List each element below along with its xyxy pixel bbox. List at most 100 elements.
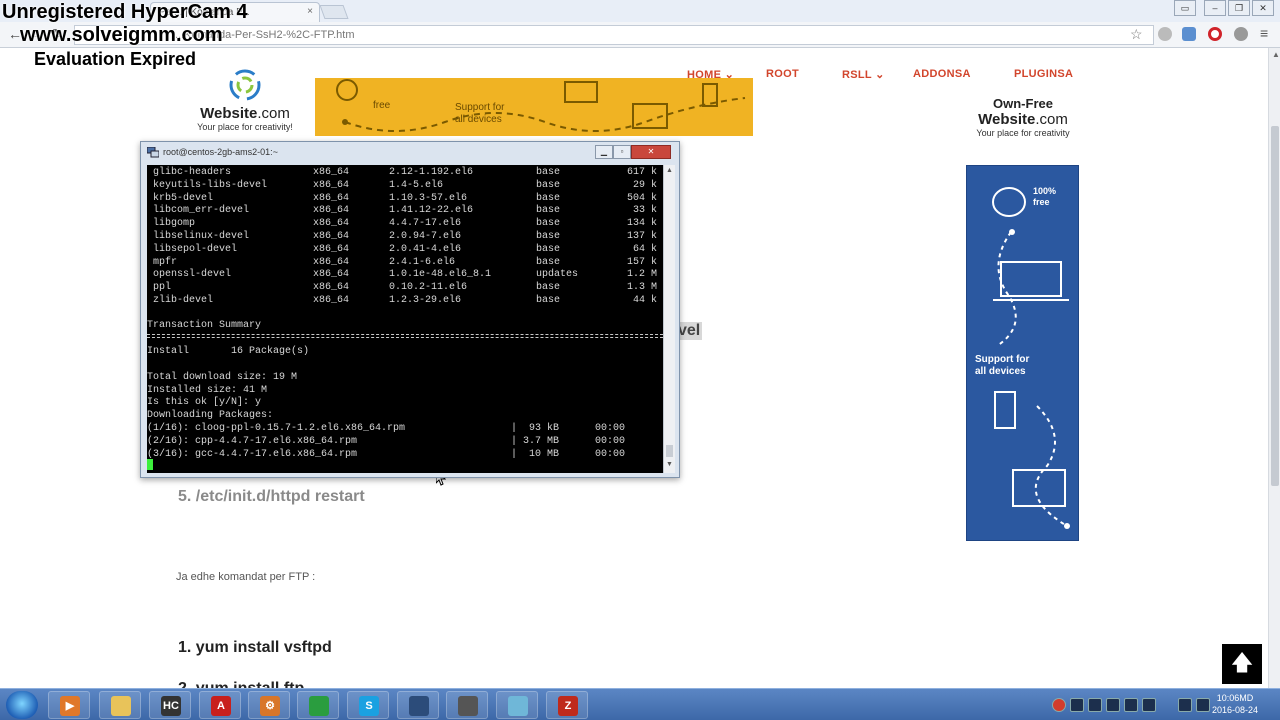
scrollbar-thumb[interactable] [1271, 126, 1279, 486]
restore-button[interactable]: ❐ [1228, 0, 1250, 16]
package-row: libselinux-devel x86_64 2.0.94-7.el6 base 13… [147, 230, 663, 243]
package-arch: x86_64 [313, 269, 350, 281]
taskbar-button[interactable] [297, 691, 339, 719]
new-tab-button[interactable] [319, 5, 349, 19]
banner-free-label: free [373, 100, 391, 111]
site-logo[interactable]: Website.com Your place for creativity! [190, 62, 300, 134]
taskbar-button[interactable]: ▶ [48, 691, 90, 719]
terminal-title-bar[interactable]: root@centos-2gb-ams2-01:~ ▁ ▫ ✕ [147, 145, 675, 163]
package-row: libsepol-devel x86_64 2.0.41-4.el6 base 64 k [147, 243, 663, 256]
package-repo: base [536, 167, 561, 178]
package-repo: base [536, 205, 561, 217]
tray-icon[interactable] [1124, 698, 1138, 712]
terminal-scrollbar[interactable]: ▲ ▼ [663, 165, 675, 473]
package-version: 2.12-1.192.el6 [389, 167, 474, 178]
package-version: 0.10.2-11.el6 [389, 282, 468, 294]
taskbar-button[interactable]: HC [149, 691, 191, 719]
package-arch: x86_64 [313, 295, 350, 306]
terminal-cursor [147, 459, 153, 470]
minimize-button[interactable]: – [1204, 0, 1226, 16]
package-arch: x86_64 [313, 179, 350, 191]
windows-taskbar: ▶ HC A ⚙ S Z 10:06MD 2016-08-24 [0, 688, 1280, 720]
bookmark-star-icon[interactable]: ☆ [1130, 26, 1143, 43]
tray-icon[interactable] [1142, 698, 1156, 712]
putty-terminal-window[interactable]: root@centos-2gb-ams2-01:~ ▁ ▫ ✕ glibc-he… [140, 141, 680, 478]
network-icon[interactable] [1178, 698, 1192, 712]
package-size: 137 k [626, 231, 657, 242]
package-arch: x86_64 [313, 205, 350, 217]
side-banner-ad[interactable]: 100% free Support for all devices [966, 165, 1079, 541]
terminal-line: Downloading Packages: [147, 410, 274, 421]
taskbar-button[interactable]: ⚙ [248, 691, 290, 719]
package-version: 1.0.1e-48.el6_8.1 [389, 269, 492, 281]
taskbar-button[interactable]: S [347, 691, 389, 719]
package-size: 1.3 M [626, 282, 657, 294]
scroll-down-arrow-icon[interactable]: ▼ [666, 461, 673, 468]
extension-icon[interactable] [1234, 27, 1248, 41]
chrome-icon [309, 696, 329, 716]
scroll-up-arrow-icon[interactable]: ▲ [1272, 50, 1280, 59]
nav-pluginsa[interactable]: PLUGINSA [1014, 68, 1073, 80]
download-row: (2/16): cpp-4.4.7-17.el6.x86_64.rpm | 3.7… [147, 435, 663, 448]
side-logo[interactable]: Own-Free Website.com Your place for crea… [968, 96, 1078, 138]
package-name: libsepol-devel [153, 243, 238, 255]
package-repo: base [536, 256, 561, 268]
tray-icon[interactable] [1106, 698, 1120, 712]
user-profile-icon[interactable]: ▭ [1174, 0, 1196, 16]
putty-icon [147, 147, 159, 158]
window-controls: ▭ – ❐ ✕ [1174, 0, 1274, 16]
system-clock[interactable]: 10:06MD 2016-08-24 [1200, 692, 1270, 716]
tab-close-icon[interactable]: × [307, 6, 313, 17]
start-button[interactable] [6, 691, 38, 719]
package-name: openssl-devel [153, 269, 232, 281]
package-version: 2.0.41-4.el6 [389, 243, 462, 255]
download-size: | 3.7 MB [511, 435, 560, 447]
separator [147, 334, 663, 338]
chevron-down-icon: ⌄ [875, 69, 885, 81]
taskbar-button[interactable]: Z [546, 691, 588, 719]
record-icon[interactable] [1052, 698, 1066, 712]
putty-icon [458, 696, 478, 716]
package-row: libgomp x86_64 4.4.7-17.el6 base 134 k [147, 217, 663, 230]
terminal-close-button[interactable]: ✕ [631, 145, 671, 159]
nav-rsll[interactable]: RSLL ⌄ [842, 68, 885, 81]
download-row: (3/16): gcc-4.4.7-17.el6.x86_64.rpm | 10 … [147, 448, 663, 461]
taskbar-button[interactable] [496, 691, 538, 719]
arrow-up-icon: 🡅 [1230, 650, 1254, 675]
terminal-output[interactable]: glibc-headers x86_64 2.12-1.192.el6 base 617… [147, 165, 663, 473]
skype-icon: S [359, 696, 379, 716]
download-row: (1/16): cloog-ppl-0.15.7-1.2.el6.x86_64.… [147, 422, 663, 435]
package-arch: x86_64 [313, 282, 350, 294]
extension-icon[interactable] [1182, 27, 1196, 41]
taskbar-button[interactable] [397, 691, 439, 719]
watermark-line-3: Evaluation Expired [34, 49, 197, 69]
nav-root[interactable]: ROOT [766, 68, 799, 80]
page-scrollbar[interactable]: ▲ [1268, 48, 1280, 688]
extension-icon[interactable] [1158, 27, 1172, 41]
address-bar[interactable]: ...Komanda-Per-SsH2-%2C-FTP.htm [74, 25, 1154, 45]
browser-menu-icon[interactable]: ≡ [1260, 25, 1268, 41]
banner-ad[interactable]: free Support for all devices [315, 78, 753, 136]
terminal-maximize-button[interactable]: ▫ [613, 145, 631, 159]
terminal-scrollbar-thumb[interactable] [666, 445, 673, 457]
taskbar-button[interactable] [446, 691, 488, 719]
close-window-button[interactable]: ✕ [1252, 0, 1274, 16]
package-name: glibc-headers [153, 167, 232, 178]
tray-icon[interactable] [1088, 698, 1102, 712]
package-size: 33 k [632, 205, 657, 217]
tray-icon[interactable] [1070, 698, 1084, 712]
package-size: 134 k [626, 218, 657, 230]
back-to-top-button[interactable]: 🡅 [1222, 644, 1262, 684]
terminal-minimize-button[interactable]: ▁ [595, 145, 613, 159]
logo-tagline: Your place for creativity! [197, 122, 293, 132]
taskbar-button[interactable] [99, 691, 141, 719]
nav-addonsa[interactable]: ADDONSA [913, 68, 971, 80]
taskbar-button[interactable]: A [199, 691, 241, 719]
package-size: 29 k [632, 179, 657, 191]
logo-swirl-icon [229, 69, 261, 101]
opera-icon[interactable] [1208, 27, 1222, 41]
package-arch: x86_64 [313, 167, 350, 178]
screen: Per... | Komanda P... × ▭ – ❐ ✕ ← → ↻ ..… [0, 0, 1280, 720]
scroll-up-arrow-icon[interactable]: ▲ [666, 167, 673, 174]
